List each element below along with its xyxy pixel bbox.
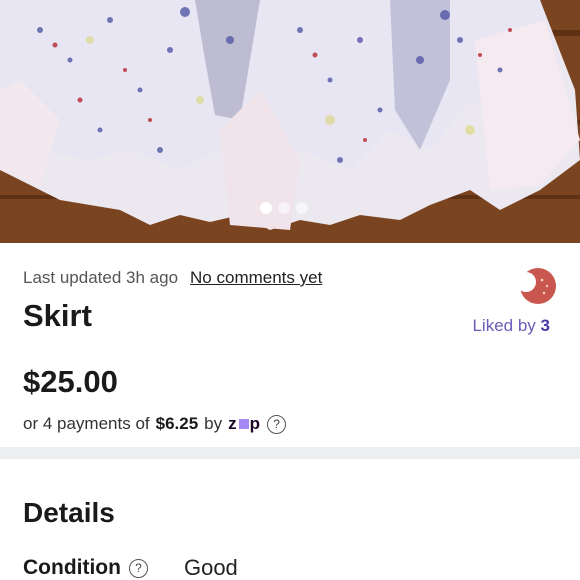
comments-link[interactable]: No comments yet (190, 268, 322, 288)
installments-by: by (204, 414, 223, 433)
pagination-dot-3[interactable] (296, 202, 308, 214)
last-updated-text: Last updated 3h ago (23, 268, 179, 287)
installment-amount: $6.25 (155, 414, 199, 433)
seller-avatar[interactable] (520, 268, 556, 304)
installments-prefix: or 4 payments of (23, 414, 150, 433)
condition-label: Condition (23, 556, 121, 579)
installments-row: or 4 payments of $6.25 by zp ? (23, 414, 287, 434)
listing-title: Skirt (23, 298, 92, 333)
zip-logo: zp (228, 414, 262, 433)
section-divider (0, 447, 580, 459)
pagination-dot-2[interactable] (278, 202, 290, 214)
photo-pagination (260, 202, 308, 214)
liked-by-count: 3 (540, 316, 550, 335)
listing-price: $25.00 (23, 364, 118, 399)
listing-photo[interactable] (0, 0, 580, 243)
condition-row: Condition ? Good (23, 555, 238, 580)
question-circle-icon[interactable]: ? (267, 414, 287, 434)
liked-by-label: Liked by (472, 316, 536, 335)
liked-by-link[interactable]: Liked by 3 (472, 316, 550, 336)
listing-meta: Last updated 3h ago No comments yet (23, 268, 322, 288)
condition-value: Good (183, 555, 238, 580)
pagination-dot-1[interactable] (260, 202, 272, 214)
question-circle-icon[interactable]: ? (128, 558, 148, 578)
details-heading: Details (23, 497, 115, 528)
